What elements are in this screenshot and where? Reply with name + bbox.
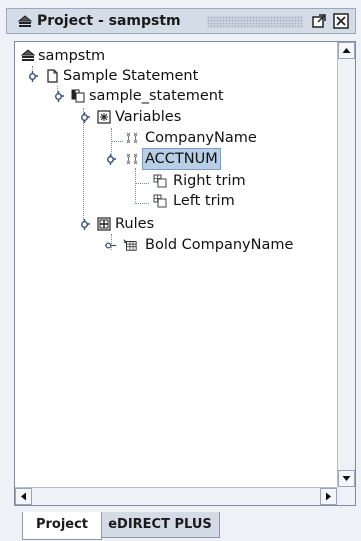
function-icon bbox=[153, 194, 167, 208]
scrollbar-corner bbox=[337, 487, 355, 505]
collapse-handle-icon[interactable] bbox=[105, 240, 116, 251]
tree-node-label: CompanyName bbox=[145, 130, 257, 146]
expand-handle-icon[interactable] bbox=[105, 154, 116, 165]
tree-node-rule[interactable]: Bold CompanyName bbox=[101, 235, 337, 255]
tree-node-root[interactable]: sampstm bbox=[19, 46, 319, 66]
function-icon bbox=[153, 174, 167, 188]
tree-node-label: Sample Statement bbox=[63, 68, 199, 84]
scroll-up-button[interactable] bbox=[338, 42, 355, 59]
tree-node-label: sample_statement bbox=[89, 88, 224, 104]
tree-node-label: Variables bbox=[115, 109, 182, 125]
expand-handle-icon[interactable] bbox=[53, 91, 64, 102]
tree-node-variable-selected[interactable]: ACCTNUM bbox=[101, 148, 331, 170]
rules-folder-icon bbox=[97, 217, 111, 231]
panel-titlebar[interactable]: Project - sampstm bbox=[6, 8, 356, 34]
tree-node-variable[interactable]: CompanyName bbox=[101, 128, 331, 148]
expand-handle-icon[interactable] bbox=[79, 112, 90, 123]
tree-node-label: Bold CompanyName bbox=[145, 237, 294, 253]
titlebar-grip[interactable] bbox=[207, 16, 303, 28]
variables-folder-icon bbox=[97, 110, 111, 124]
panel-title: Project - sampstm bbox=[37, 13, 181, 29]
tree-node-label: ACCTNUM bbox=[142, 148, 221, 170]
tree-node-label: Rules bbox=[115, 216, 155, 232]
panel-tabs: Project eDIRECT PLUS bbox=[14, 512, 356, 541]
project-stack-icon bbox=[17, 15, 33, 27]
close-icon[interactable] bbox=[333, 13, 349, 29]
horizontal-scrollbar[interactable] bbox=[15, 487, 337, 505]
tab-project[interactable]: Project bbox=[22, 512, 102, 540]
tree-node-child-statement[interactable]: sample_statement bbox=[45, 86, 325, 106]
tree-node-label: sampstm bbox=[38, 48, 106, 64]
variable-icon bbox=[126, 153, 138, 165]
arrow-down-icon bbox=[342, 476, 351, 481]
arrow-right-icon bbox=[326, 492, 331, 501]
tree-node-rules[interactable]: Rules bbox=[71, 214, 321, 234]
copy-pages-icon bbox=[71, 89, 85, 103]
tree-node-label: Left trim bbox=[173, 193, 235, 209]
scroll-left-button[interactable] bbox=[15, 488, 32, 505]
tab-edirect-plus[interactable]: eDIRECT PLUS bbox=[100, 512, 220, 538]
vertical-scrollbar[interactable] bbox=[337, 42, 355, 487]
project-tree-view[interactable]: sampstm Sample Statement sample_statemen… bbox=[14, 41, 356, 506]
tree-node-variables[interactable]: Variables bbox=[71, 107, 321, 127]
scroll-right-button[interactable] bbox=[320, 488, 337, 505]
expand-handle-icon[interactable] bbox=[27, 71, 38, 82]
tree-node-function[interactable]: Right trim bbox=[131, 171, 331, 191]
rule-table-icon bbox=[123, 239, 137, 251]
project-tree: sampstm Sample Statement sample_statemen… bbox=[15, 42, 337, 487]
maximize-icon[interactable] bbox=[311, 13, 327, 29]
tree-node-label: Right trim bbox=[173, 173, 246, 189]
scroll-down-button[interactable] bbox=[338, 470, 355, 487]
expand-handle-icon[interactable] bbox=[79, 219, 90, 230]
arrow-up-icon bbox=[342, 48, 351, 53]
tree-node-function[interactable]: Left trim bbox=[131, 191, 331, 211]
tree-node-statement[interactable]: Sample Statement bbox=[19, 66, 319, 86]
project-panel: Project - sampstm sampstm Sample Stateme… bbox=[0, 0, 361, 541]
variable-icon bbox=[126, 132, 138, 144]
project-stack-icon bbox=[21, 49, 35, 61]
arrow-left-icon bbox=[21, 492, 26, 501]
document-icon bbox=[47, 69, 58, 83]
